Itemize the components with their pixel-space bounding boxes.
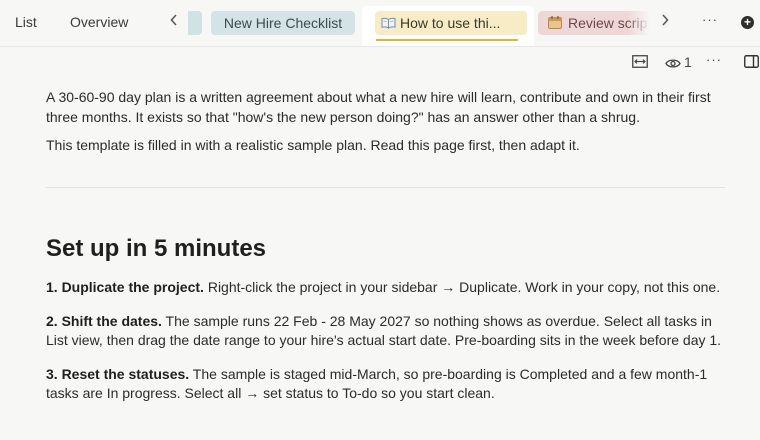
intro-paragraph: A 30-60-90 day plan is a written agreeme… [46, 89, 711, 125]
tab-label: Review scrip [568, 15, 648, 31]
step-title: 3. Reset the statuses. [46, 365, 190, 382]
toggle-side-panel-button[interactable] [744, 55, 759, 73]
step-text: Right-click the project in your sidebar … [203, 279, 721, 295]
page-more-button[interactable]: ··· [706, 52, 722, 67]
viewers-button[interactable] [665, 56, 681, 74]
step-title: 2. Shift the dates. [46, 312, 162, 329]
open-book-icon [381, 17, 396, 29]
add-tab-button[interactable]: + [741, 16, 754, 29]
tabs-scroll-right-button[interactable] [661, 13, 669, 29]
document-intro: A 30-60-90 day plan is a written agreeme… [46, 88, 731, 156]
expand-width-icon [632, 55, 648, 68]
tab-label: New Hire Checklist [223, 15, 343, 31]
tab-new-hire-checklist[interactable]: New Hire Checklist [211, 11, 355, 35]
tabs-more-button[interactable]: ··· [702, 12, 718, 27]
divider [46, 187, 725, 188]
plus-icon: + [743, 15, 751, 29]
intro-paragraph: This template is filled in with a realis… [46, 137, 580, 153]
tab-label: How to use thi... [400, 15, 501, 31]
eye-icon [665, 59, 681, 68]
step-item: 2. Shift the dates. The sample runs 22 F… [46, 312, 731, 351]
step-item: 3. Reset the statuses. The sample is sta… [46, 365, 731, 404]
tabs-scroll-left-button[interactable] [170, 13, 178, 29]
section-heading: Set up in 5 minutes [46, 235, 267, 262]
step-title: 1. Duplicate the project. [46, 279, 204, 295]
active-tab-underline [376, 39, 518, 41]
calendar-icon [548, 16, 562, 29]
full-width-toggle-button[interactable] [632, 55, 648, 73]
step-item: 1. Duplicate the project. Right-click th… [46, 278, 731, 298]
chevron-right-icon [662, 14, 669, 26]
tab-bar: List Overview New Hire Checklist How to … [0, 0, 760, 47]
side-panel-icon [744, 55, 759, 68]
viewer-count: 1 [684, 54, 692, 70]
tab-how-to-use[interactable]: How to use thi... [362, 6, 534, 46]
tab-review-script[interactable]: Review scrip [538, 11, 650, 35]
chevron-left-icon [170, 14, 177, 26]
active-tab-pill: How to use thi... [375, 11, 527, 35]
tab-hidden-fragment[interactable] [188, 11, 202, 35]
tab-list[interactable]: List [15, 14, 37, 30]
tab-overview[interactable]: Overview [70, 14, 128, 30]
setup-steps: 1. Duplicate the project. Right-click th… [46, 278, 731, 418]
